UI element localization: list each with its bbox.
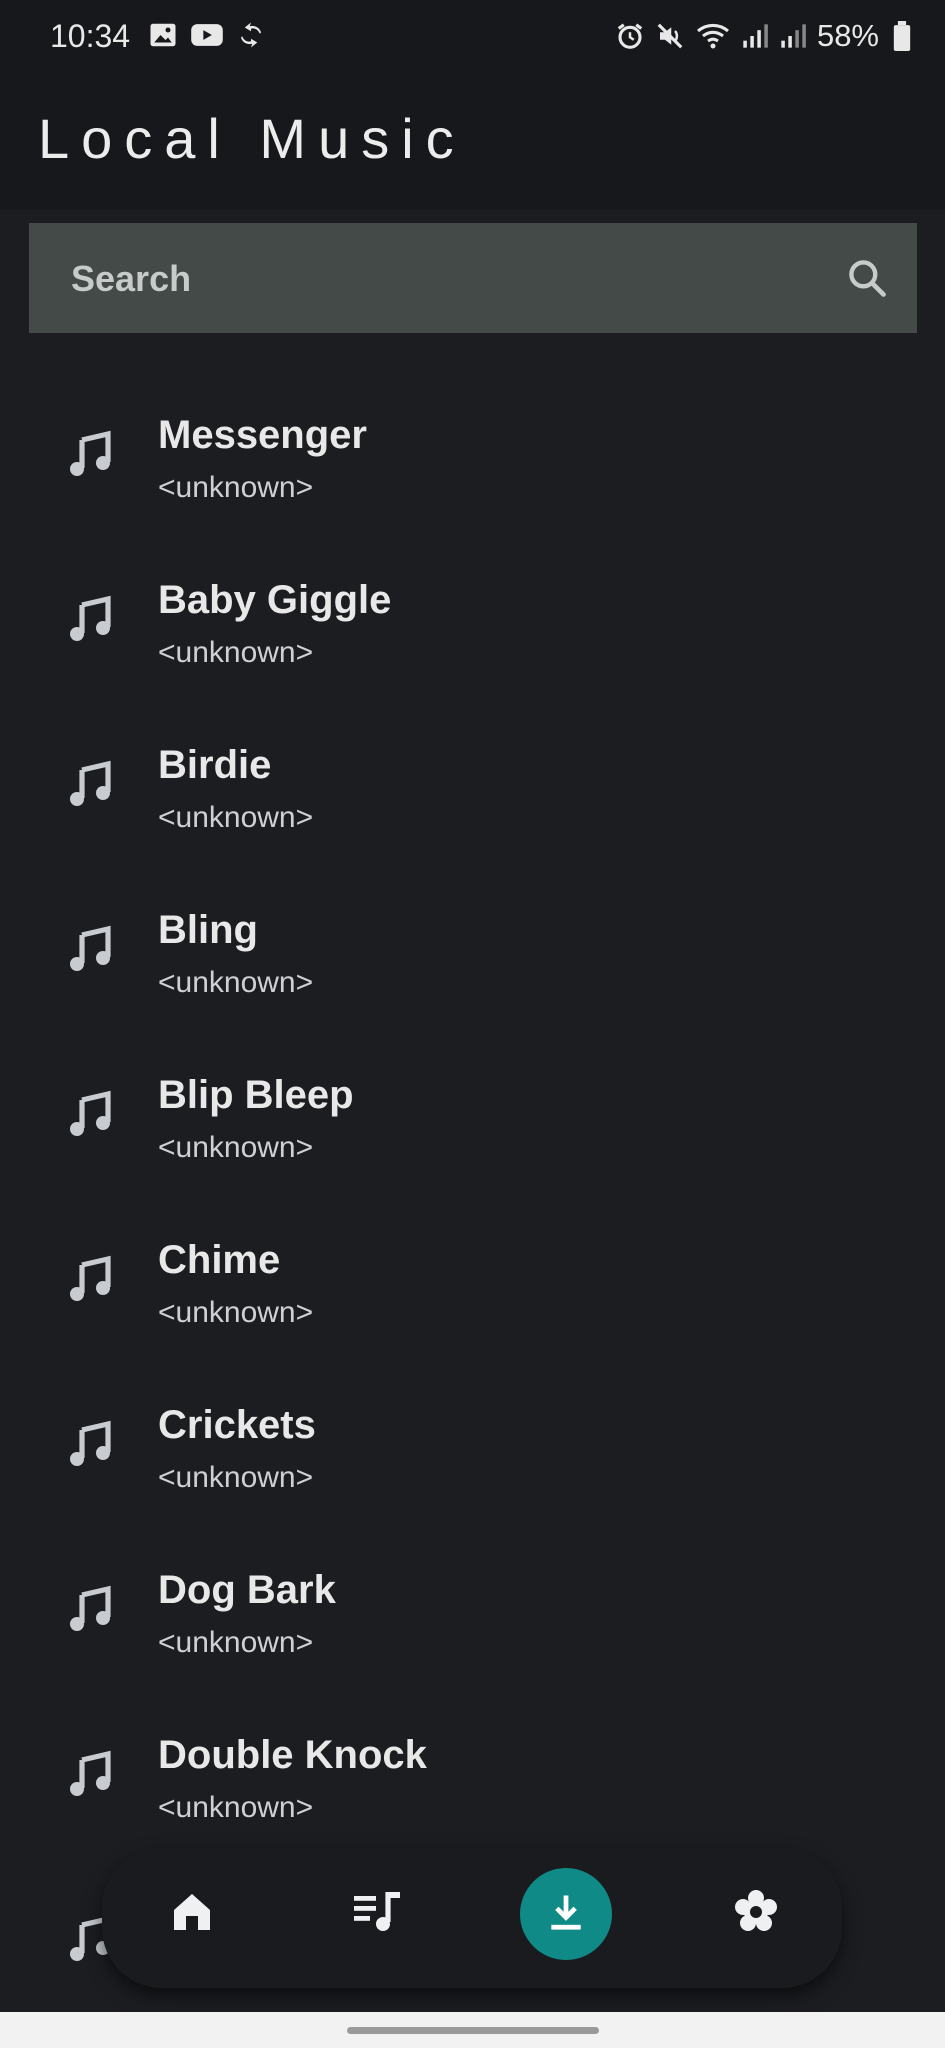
mute-icon [655, 21, 685, 51]
song-title: Chime [158, 1238, 281, 1282]
settings-icon [732, 1888, 780, 1941]
song-title: Messenger [158, 413, 367, 457]
song-artist: <unknown> [158, 966, 314, 999]
nav-home-button[interactable] [146, 1868, 238, 1960]
search-input[interactable] [69, 223, 833, 335]
list-item[interactable]: Birdie <unknown> [0, 695, 945, 860]
battery-percentage: 58% [816, 18, 879, 53]
music-note-icon [68, 1750, 112, 1798]
status-right-icons: 58% [615, 18, 911, 54]
bottom-nav [102, 1848, 842, 1988]
local-music-screen: 10:34 58% Local Music Search Messenger <… [0, 0, 945, 2048]
list-item[interactable]: Crickets <unknown> [0, 1355, 945, 1520]
list-item[interactable]: Chime <unknown> [0, 1190, 945, 1355]
gesture-handle[interactable] [347, 2027, 599, 2034]
song-title: Baby Giggle [158, 578, 392, 622]
song-artist: <unknown> [158, 1626, 314, 1659]
wifi-icon [695, 21, 731, 51]
song-title: Birdie [158, 743, 272, 787]
search-bar[interactable] [29, 223, 917, 335]
list-item[interactable]: Bling <unknown> [0, 860, 945, 1025]
song-title: Bling [158, 908, 258, 952]
music-note-icon [68, 760, 112, 808]
music-note-icon [68, 430, 112, 478]
music-note-icon [68, 1420, 112, 1468]
list-item[interactable]: Baby Giggle <unknown> [0, 530, 945, 695]
music-note-icon [68, 925, 112, 973]
nav-download-button[interactable] [520, 1868, 612, 1960]
battery-icon [893, 21, 911, 51]
song-title: Crickets [158, 1403, 316, 1447]
status-left-icons [148, 20, 266, 50]
song-artist: <unknown> [158, 636, 314, 669]
song-title: Dog Bark [158, 1568, 336, 1612]
signal-icon [741, 21, 769, 51]
music-note-icon [68, 1585, 112, 1633]
song-artist: <unknown> [158, 1296, 314, 1329]
nav-playlist-button[interactable] [332, 1868, 424, 1960]
song-list: Messenger <unknown> Baby Giggle <unknown… [0, 365, 945, 2015]
status-bar: 10:34 58% [0, 0, 945, 78]
song-title: Blip Bleep [158, 1073, 354, 1117]
list-item[interactable]: Messenger <unknown> [0, 365, 945, 530]
download-icon [544, 1890, 588, 1939]
youtube-icon [190, 20, 224, 50]
list-item[interactable]: Dog Bark <unknown> [0, 1520, 945, 1685]
signal-icon [779, 21, 807, 51]
home-icon [168, 1888, 216, 1941]
song-title: Double Knock [158, 1733, 427, 1777]
music-note-icon [68, 1090, 112, 1138]
song-artist: <unknown> [158, 801, 314, 834]
alarm-icon [615, 21, 645, 51]
music-note-icon [68, 1255, 112, 1303]
app-header: Local Music [0, 78, 945, 210]
status-time: 10:34 [50, 18, 131, 54]
list-item[interactable]: Blip Bleep <unknown> [0, 1025, 945, 1190]
sync-icon [236, 20, 266, 50]
song-artist: <unknown> [158, 471, 314, 504]
song-artist: <unknown> [158, 1461, 314, 1494]
system-navigation-bar [0, 2012, 945, 2048]
playlist-icon [352, 1888, 404, 1941]
search-icon[interactable] [845, 256, 889, 300]
song-artist: <unknown> [158, 1131, 314, 1164]
gallery-icon [148, 20, 178, 50]
list-item[interactable]: Double Knock <unknown> [0, 1685, 945, 1850]
page-title: Local Music [38, 107, 466, 170]
nav-settings-button[interactable] [710, 1868, 802, 1960]
song-artist: <unknown> [158, 1791, 314, 1824]
music-note-icon [68, 595, 112, 643]
